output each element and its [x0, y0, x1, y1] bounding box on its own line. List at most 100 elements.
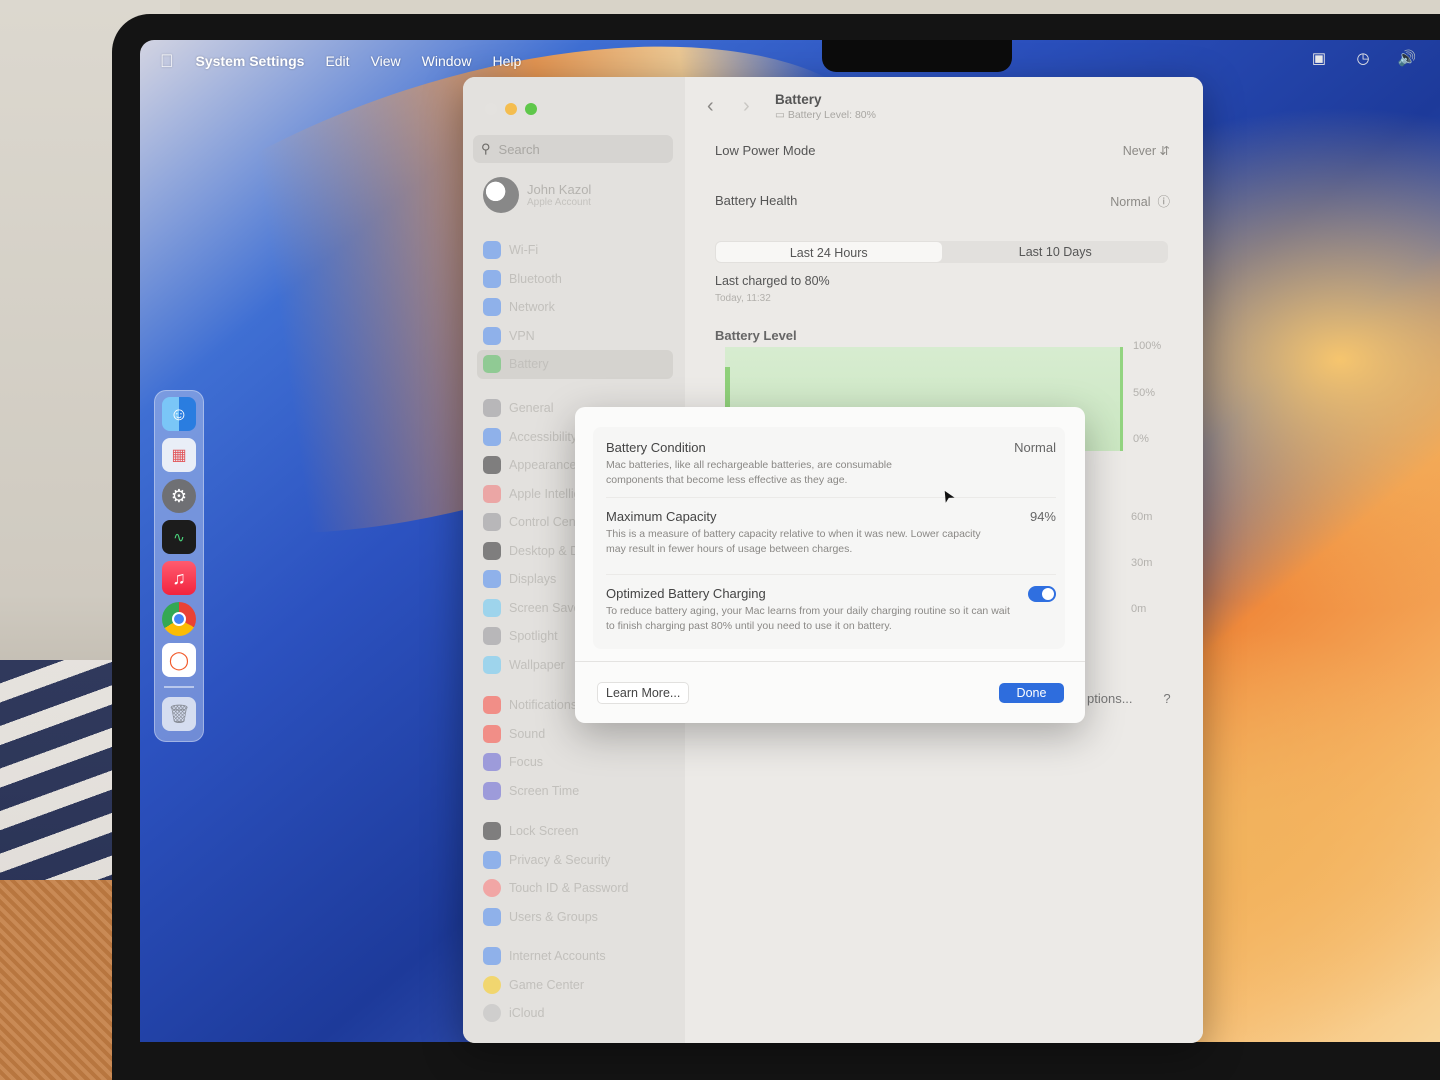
- battery-level-text: Battery Level: 80%: [787, 109, 876, 121]
- menu-window[interactable]: Window: [422, 53, 472, 69]
- sidebar-item-touch-id[interactable]: Touch ID & Password: [477, 874, 673, 903]
- search-input[interactable]: ⚲ Search: [473, 135, 673, 163]
- sidebar-group-network: Wi-Fi Bluetooth Network VPN Battery: [477, 236, 673, 379]
- menu-app-name[interactable]: System Settings: [196, 53, 305, 69]
- dock: ☺ ▦ ⚙ ∿ ♫ ◯ 🗑: [154, 390, 204, 742]
- time-machine-icon[interactable]: ◷: [1352, 50, 1374, 68]
- focus-icon: [483, 753, 501, 772]
- volume-icon[interactable]: 🔊: [1396, 50, 1418, 68]
- battery-condition-desc: Mac batteries, like all rechargeable bat…: [606, 459, 892, 486]
- status-icons: ▣ ◷ 🔊: [1308, 50, 1418, 68]
- sidebar-item-label: Wallpaper: [509, 657, 565, 672]
- forward-chevron-icon[interactable]: ›: [743, 95, 750, 118]
- info-icon[interactable]: ⓘ: [1157, 195, 1170, 209]
- brave-icon[interactable]: ◯: [162, 643, 196, 677]
- system-settings-icon[interactable]: ⚙: [162, 479, 196, 513]
- menu-edit[interactable]: Edit: [325, 53, 349, 69]
- chrome-icon[interactable]: [162, 602, 196, 636]
- optimized-charging-title: Optimized Battery Charging: [606, 586, 766, 601]
- internet-accounts-icon: [483, 947, 501, 966]
- activity-monitor-icon[interactable]: ∿: [162, 520, 196, 554]
- screen-time-icon: [483, 781, 501, 800]
- low-power-value: Never: [1122, 144, 1157, 158]
- battery-condition-row: Battery Condition Normal Mac batteries, …: [606, 440, 1056, 488]
- camera-notch: [822, 40, 1012, 72]
- minimize-button[interactable]: [505, 103, 517, 115]
- sidebar-item-label: Displays: [509, 572, 557, 587]
- back-chevron-icon[interactable]: ‹: [707, 95, 714, 118]
- general-icon: [483, 399, 501, 418]
- last-charged-time: Today, 11:32: [715, 293, 771, 304]
- learn-more-button[interactable]: Learn More...: [597, 682, 690, 704]
- maximum-capacity-desc: This is a measure of battery capacity re…: [606, 528, 981, 555]
- low-power-select[interactable]: Never ⇵: [1123, 143, 1170, 158]
- spotlight-icon: [483, 627, 501, 646]
- apple-intelligence-icon: [483, 484, 501, 503]
- battery-health-row: Battery Health Normal ⓘ: [715, 191, 1170, 210]
- music-icon[interactable]: ♫: [162, 561, 196, 595]
- game-center-icon: [483, 975, 501, 994]
- launchpad-icon[interactable]: ▦: [162, 438, 196, 472]
- sidebar-item-battery[interactable]: Battery: [477, 350, 673, 379]
- finder-icon[interactable]: ☺: [162, 397, 196, 431]
- privacy-security-icon: [483, 850, 501, 869]
- touch-id-icon: [483, 879, 501, 898]
- screen-mirroring-icon[interactable]: ▣: [1308, 50, 1330, 68]
- sidebar-item-label: Network: [509, 300, 555, 315]
- optimized-charging-desc: To reduce battery aging, your Mac learns…: [606, 605, 1010, 632]
- optimized-charging-toggle[interactable]: [1028, 586, 1056, 602]
- sidebar-item-label: Users & Groups: [509, 909, 598, 924]
- sound-icon: [483, 724, 501, 743]
- axis-label-0: 0%: [1133, 433, 1149, 445]
- zoom-button[interactable]: [525, 103, 537, 115]
- sidebar-item-lock-screen[interactable]: Lock Screen: [477, 817, 673, 846]
- sheet-card: Battery Condition Normal Mac batteries, …: [593, 427, 1065, 649]
- help-button[interactable]: ?: [1157, 689, 1177, 709]
- usage-axis-0m: 0m: [1131, 603, 1147, 615]
- control-centre-icon: [483, 513, 501, 532]
- sidebar-item-sound[interactable]: Sound: [477, 720, 673, 749]
- sidebar-item-users-groups[interactable]: Users & Groups: [477, 903, 673, 932]
- menu-help[interactable]: Help: [492, 53, 521, 69]
- sidebar-item-label: Bluetooth: [509, 271, 562, 286]
- sidebar-group-accounts: Internet Accounts Game Center iCloud: [477, 942, 673, 1028]
- profile-name: John Kazol: [527, 182, 592, 197]
- sidebar-item-vpn[interactable]: VPN: [477, 322, 673, 351]
- appearance-icon: [483, 456, 501, 475]
- sidebar-item-internet-accounts[interactable]: Internet Accounts: [477, 942, 673, 971]
- sidebar-item-bluetooth[interactable]: Bluetooth: [477, 265, 673, 294]
- sidebar-item-screen-time[interactable]: Screen Time: [477, 777, 673, 806]
- battery-health-value: Normal: [1110, 195, 1151, 209]
- sidebar-item-label: Wi-Fi: [509, 243, 539, 258]
- divider: [606, 574, 1056, 575]
- page-subtitle: ▭ Battery Level: 80%: [775, 109, 876, 121]
- options-button[interactable]: ptions...: [1087, 691, 1133, 706]
- menu-bar:  System Settings Edit View Window Help …: [140, 46, 1440, 76]
- maximum-capacity-value: 94%: [1029, 509, 1056, 524]
- sidebar-item-focus[interactable]: Focus: [477, 748, 673, 777]
- sidebar-item-icloud[interactable]: iCloud: [477, 999, 673, 1028]
- axis-label-100: 100%: [1133, 340, 1162, 352]
- apple-menu-icon[interactable]: : [160, 51, 174, 72]
- divider: [606, 497, 1056, 498]
- sidebar-item-wifi[interactable]: Wi-Fi: [477, 236, 673, 265]
- sidebar-item-label: Battery: [509, 357, 549, 372]
- usage-axis-60m: 60m: [1131, 511, 1153, 523]
- vpn-icon: [483, 326, 501, 345]
- close-button[interactable]: [485, 103, 497, 115]
- sidebar-item-privacy-security[interactable]: Privacy & Security: [477, 846, 673, 875]
- done-button[interactable]: Done: [999, 683, 1064, 703]
- menu-view[interactable]: View: [371, 53, 401, 69]
- battery-health-label: Battery Health: [715, 193, 798, 208]
- profile[interactable]: John Kazol Apple Account: [483, 177, 591, 213]
- sidebar-item-label: Lock Screen: [509, 824, 579, 839]
- sidebar-item-network[interactable]: Network: [477, 293, 673, 322]
- trash-icon[interactable]: 🗑: [162, 697, 196, 731]
- sidebar-item-game-center[interactable]: Game Center: [477, 971, 673, 1000]
- tab-last-10-days[interactable]: Last 10 Days: [943, 241, 1169, 263]
- usage-axis-30m: 30m: [1131, 557, 1153, 569]
- tab-last-24-hours[interactable]: Last 24 Hours: [716, 242, 942, 262]
- sidebar-item-label: Spotlight: [509, 629, 558, 644]
- sidebar-item-label: Screen Saver: [509, 600, 585, 615]
- sidebar-item-label: Appearance: [509, 458, 577, 473]
